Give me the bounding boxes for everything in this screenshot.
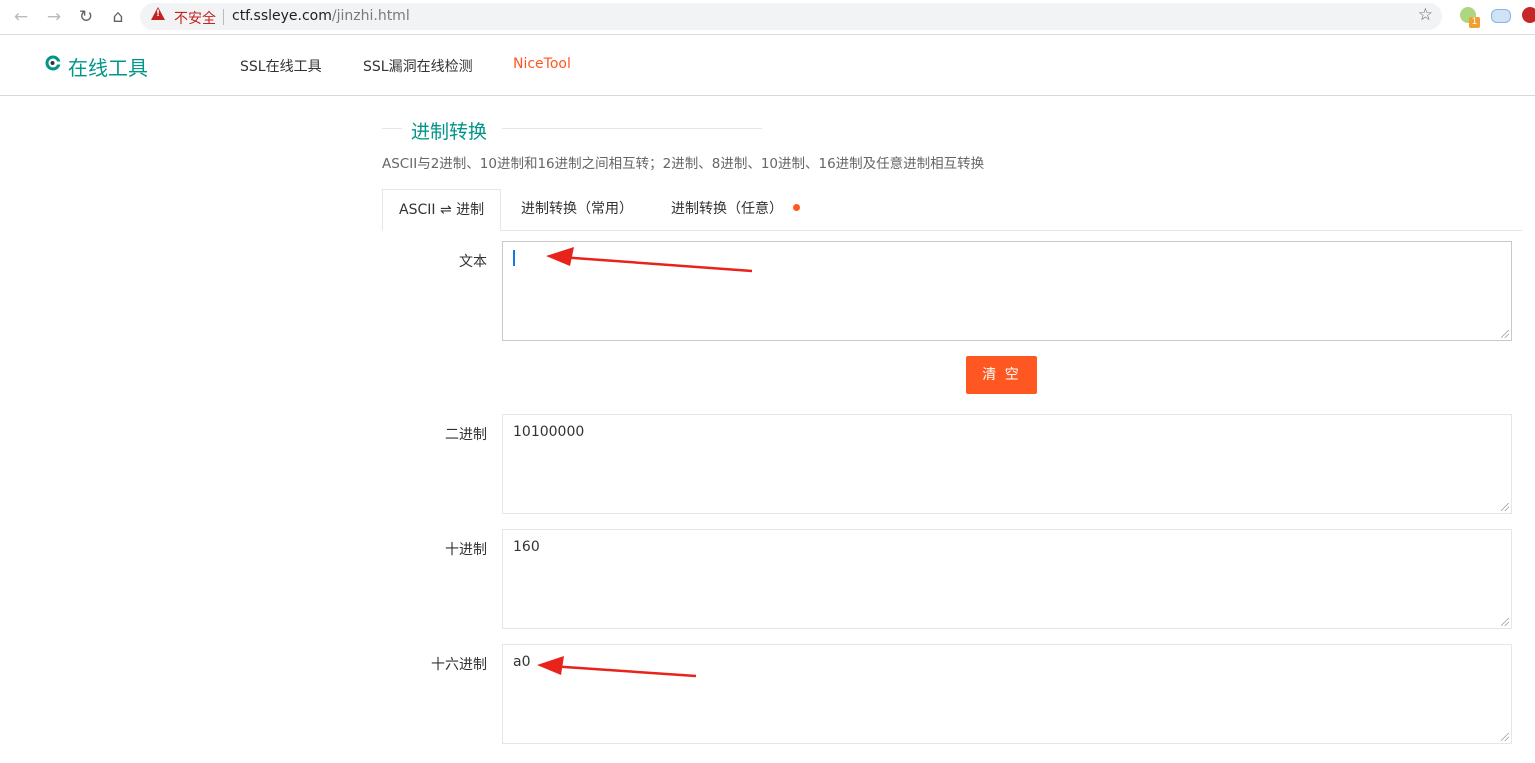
nav-ssl-tools[interactable]: SSL在线工具 (240, 56, 322, 76)
decimal-label: 十进制 (445, 542, 487, 558)
resize-handle-icon[interactable] (1501, 503, 1509, 511)
resize-handle-icon[interactable] (1501, 330, 1509, 338)
binary-textarea[interactable]: 10100000 (502, 414, 1512, 514)
nav-nicetool[interactable]: NiceTool (513, 56, 571, 72)
home-icon[interactable]: ⌂ (107, 6, 129, 28)
hex-textarea[interactable]: a0 (502, 644, 1512, 744)
logo-text[interactable]: 在线工具 (68, 52, 148, 81)
url-text[interactable]: ctf.ssleye.com/jinzhi.html (232, 8, 410, 24)
new-dot-badge (793, 203, 800, 211)
nav-ssl-vuln-check[interactable]: SSL漏洞在线检测 (363, 56, 473, 76)
tab-base-any[interactable]: 进制转换（任意） (655, 189, 816, 230)
extension-badge: 1 (1469, 17, 1480, 28)
text-label: 文本 (459, 254, 487, 270)
page-title: 进制转换 (411, 121, 488, 143)
tab-bar: ASCII ⇌ 进制 进制转换（常用） 进制转换（任意） (382, 189, 1522, 231)
text-cursor (513, 250, 515, 266)
tab-base-common[interactable]: 进制转换（常用） (505, 189, 649, 230)
adblock-icon[interactable] (1522, 7, 1535, 23)
logo-icon (45, 55, 61, 71)
tab-ascii-base[interactable]: ASCII ⇌ 进制 (382, 189, 502, 231)
decimal-textarea[interactable]: 160 (502, 529, 1512, 629)
bookmark-star-icon[interactable]: ☆ (1418, 5, 1433, 25)
page-description: ASCII与2进制、10进制和16进制之间相互转；2进制、8进制、10进制、16… (382, 156, 985, 172)
text-input[interactable] (502, 241, 1512, 341)
security-label[interactable]: 不安全 (174, 8, 216, 28)
hex-label: 十六进制 (431, 657, 487, 673)
reload-icon[interactable]: ↻ (75, 6, 97, 28)
cloud-icon[interactable] (1491, 9, 1511, 23)
browser-toolbar: ← → ↻ ⌂ ! 不安全 ctf.ssleye.com/jinzhi.html… (0, 0, 1535, 35)
address-bar[interactable]: ! 不安全 ctf.ssleye.com/jinzhi.html ☆ (140, 3, 1442, 30)
resize-handle-icon[interactable] (1501, 733, 1509, 741)
binary-label: 二进制 (445, 427, 487, 443)
forward-icon[interactable]: → (43, 6, 65, 28)
site-header: 在线工具 SSL在线工具 SSL漏洞在线检测 NiceTool (0, 35, 1535, 96)
clear-button[interactable]: 清 空 (966, 356, 1037, 394)
back-icon[interactable]: ← (10, 6, 32, 28)
resize-handle-icon[interactable] (1501, 618, 1509, 626)
